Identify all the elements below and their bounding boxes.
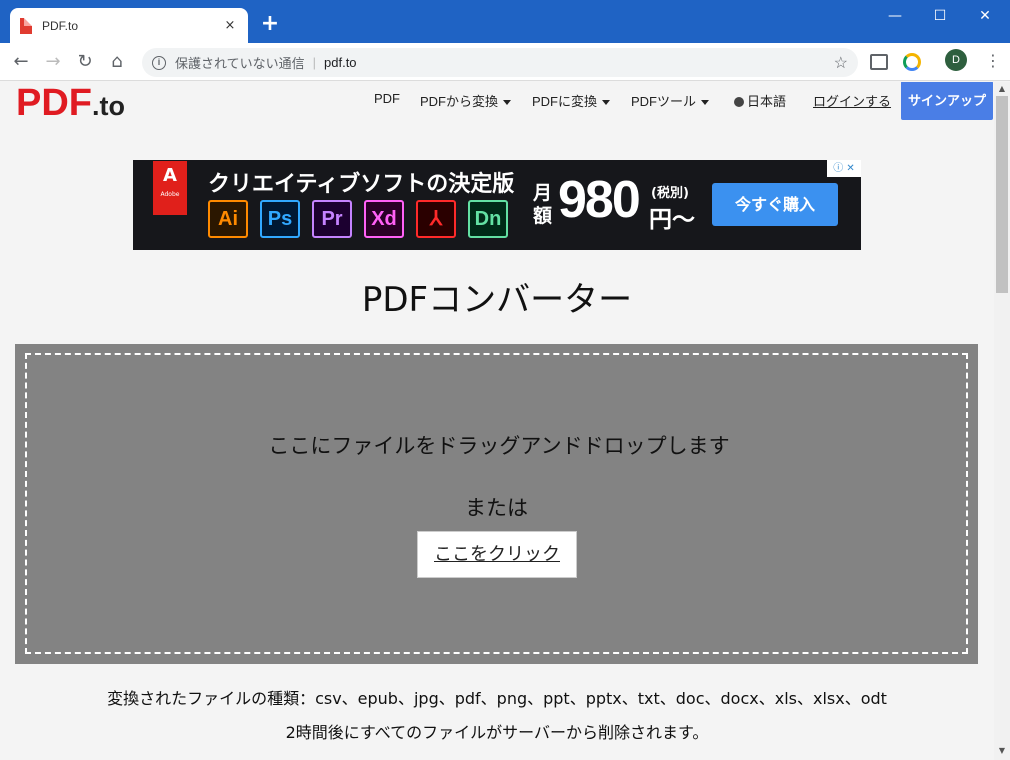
photoshop-icon: Ps	[260, 200, 300, 238]
ad-price: 980	[558, 171, 641, 229]
top-nav: PDF PDFから変換 PDFに変換 PDFツール 日本語 ログインする サイン…	[0, 82, 994, 120]
nav-to-pdf[interactable]: PDFに変換	[532, 91, 611, 110]
pdf-favicon-icon	[20, 17, 32, 34]
login-link[interactable]: ログインする	[813, 91, 891, 110]
profile-avatar[interactable]: D	[945, 49, 967, 71]
premiere-icon: Pr	[312, 200, 352, 238]
or-text: または	[465, 496, 528, 520]
url-text[interactable]: pdf.to	[324, 55, 834, 70]
xd-icon: Xd	[364, 200, 404, 238]
divider: |	[312, 55, 317, 70]
scroll-up-icon[interactable]: ▲	[997, 84, 1007, 93]
deletion-notice: 2時間後にすべてのファイルがサーバーから削除されます。	[285, 723, 709, 742]
nav-language-label: 日本語	[747, 94, 787, 109]
dropzone-border: ここにファイルをドラッグアンドドロップします または ここをクリック	[25, 353, 968, 654]
scroll-down-icon[interactable]: ▼	[997, 746, 1007, 755]
signup-button[interactable]: サインアップ	[901, 82, 993, 120]
cast-icon[interactable]	[870, 54, 888, 70]
tab-title: PDF.to	[42, 18, 79, 33]
reload-icon[interactable]: ↻	[74, 51, 96, 73]
minimize-button[interactable]: —	[880, 6, 910, 26]
adobe-text: Adobe	[160, 191, 180, 198]
ad-buy-button[interactable]: 今すぐ購入	[712, 183, 838, 226]
illustrator-icon: Ai	[208, 200, 248, 238]
nav-tools-label: PDFツール	[631, 94, 697, 109]
ad-banner[interactable]: A Adobe クリエイティブソフトの決定版 Ai Ps Pr Xd ⅄ Dn …	[133, 160, 861, 250]
bookmark-star-icon[interactable]: ☆	[834, 53, 848, 73]
dimension-icon: Dn	[468, 200, 508, 238]
nav-to-pdf-label: PDFに変換	[532, 94, 598, 109]
browser-titlebar: PDF.to × + — ☐ ✕	[0, 0, 1010, 43]
drop-instruction: ここにファイルをドラッグアンドドロップします	[268, 434, 730, 458]
forward-arrow-icon[interactable]: →	[42, 51, 64, 73]
back-arrow-icon[interactable]: ←	[10, 51, 32, 73]
ad-price-prefix: 月額	[533, 182, 553, 227]
extension-icon[interactable]	[903, 53, 921, 71]
maximize-button[interactable]: ☐	[925, 6, 955, 26]
globe-icon	[734, 97, 744, 107]
new-tab-button[interactable]: +	[258, 12, 282, 36]
scroll-thumb[interactable]	[996, 96, 1008, 293]
browser-toolbar: ← → ↻ ⌂ i 保護されていない通信 | pdf.to ☆ ⋮	[0, 43, 1010, 81]
ad-tax-note: (税別)	[651, 186, 689, 201]
nav-from-pdf[interactable]: PDFから変換	[420, 91, 512, 110]
ad-headline: クリエイティブソフトの決定版	[208, 172, 515, 197]
ad-app-icons: Ai Ps Pr Xd ⅄ Dn	[208, 200, 508, 238]
tab-close-icon[interactable]: ×	[222, 18, 238, 33]
file-dropzone[interactable]: ここにファイルをドラッグアンドドロップします または ここをクリック	[15, 344, 978, 664]
supported-formats: 変換されたファイルの種類：csv、epub、jpg、pdf、png、ppt、pp…	[107, 689, 887, 708]
nav-tools[interactable]: PDFツール	[631, 91, 710, 110]
ad-choices-icon[interactable]: ⓘ ✕	[827, 160, 861, 177]
address-bar[interactable]: i 保護されていない通信 | pdf.to ☆	[142, 48, 858, 77]
acrobat-icon: ⅄	[416, 200, 456, 238]
click-here-button[interactable]: ここをクリック	[417, 531, 577, 578]
security-status: 保護されていない通信	[175, 56, 305, 71]
nav-pdf[interactable]: PDF	[374, 91, 400, 106]
nav-language[interactable]: 日本語	[734, 91, 786, 110]
nav-from-pdf-label: PDFから変換	[420, 94, 499, 109]
info-icon[interactable]: i	[152, 55, 166, 70]
caret-down-icon	[701, 100, 710, 106]
browser-tab[interactable]: PDF.to ×	[10, 8, 248, 43]
page-title: PDFコンバーター	[361, 280, 633, 320]
caret-down-icon	[602, 100, 611, 106]
page-viewport: PDF.to PDF PDFから変換 PDFに変換 PDFツール 日本語 ログイ…	[0, 82, 994, 760]
ad-price-suffix: 円〜	[649, 207, 695, 233]
caret-down-icon	[503, 100, 512, 106]
home-icon[interactable]: ⌂	[106, 51, 128, 73]
adobe-logo: A Adobe	[153, 161, 187, 215]
vertical-scrollbar[interactable]: ▲ ▼	[994, 82, 1010, 760]
close-window-button[interactable]: ✕	[970, 6, 1000, 26]
menu-kebab-icon[interactable]: ⋮	[985, 51, 1001, 73]
adobe-mark: A	[163, 165, 177, 186]
